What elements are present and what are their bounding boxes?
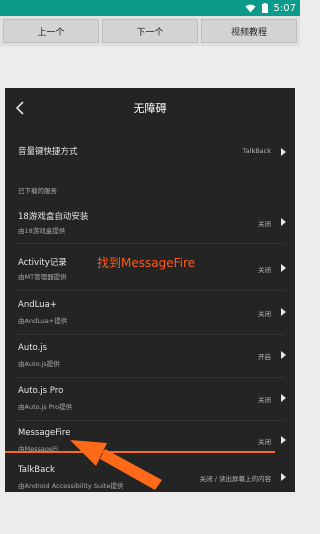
pointer-arrow-icon bbox=[70, 440, 162, 490]
